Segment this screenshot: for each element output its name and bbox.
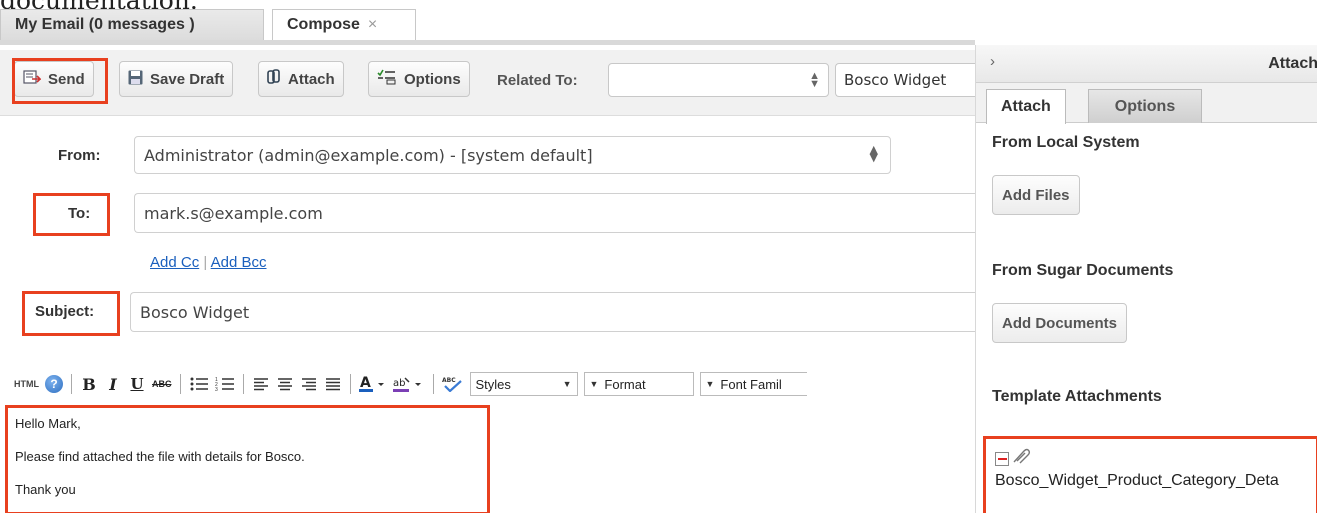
cc-bcc-links: Add Cc | Add Bcc — [150, 254, 267, 271]
align-left-icon[interactable] — [252, 372, 270, 396]
attachments-panel: › Attach Attach Options From Local Syste… — [975, 45, 1317, 513]
chevron-down-icon: ▼ — [589, 379, 599, 389]
send-icon — [23, 70, 42, 88]
from-select[interactable]: Administrator (admin@example.com) - [sys… — [134, 136, 891, 174]
paperclip-icon — [267, 69, 281, 89]
help-icon[interactable]: ? — [45, 372, 63, 396]
local-system-heading: From Local System — [992, 134, 1140, 151]
options-list-icon — [377, 69, 397, 89]
font-family-label: Font Famil — [720, 376, 782, 392]
select-arrows-icon: ▲ ▼ — [809, 70, 820, 90]
attachment-item: Bosco_Widget_Product_Category_Deta — [995, 448, 1279, 490]
compose-toolbar: Send Save Draft Attach Options Related T… — [0, 50, 995, 116]
format-dropdown[interactable]: ▼ Format — [583, 372, 694, 396]
tab-label: Compose — [287, 16, 360, 33]
bullet-list-icon[interactable] — [189, 372, 209, 396]
attachment-filename[interactable]: Bosco_Widget_Product_Category_Deta — [995, 472, 1279, 490]
add-cc-link[interactable]: Add Cc — [150, 254, 199, 271]
styles-label: Styles — [475, 376, 511, 392]
strikethrough-button[interactable]: ABC — [152, 372, 172, 396]
underline-button[interactable]: U — [128, 372, 146, 396]
add-bcc-link[interactable]: Add Bcc — [211, 254, 267, 271]
select-arrows-icon: ▲ ▼ — [869, 143, 878, 164]
svg-text:3: 3 — [215, 387, 218, 392]
spellcheck-icon[interactable]: ABC — [442, 372, 464, 396]
tab-compose[interactable]: Compose × — [272, 9, 416, 40]
sugar-documents-heading: From Sugar Documents — [992, 262, 1174, 279]
floppy-disk-icon — [128, 70, 143, 89]
to-field[interactable]: mark.s@example.com — [134, 193, 975, 233]
chevron-down-icon: ▼ — [562, 379, 572, 389]
related-to-label: Related To: — [497, 72, 578, 89]
editor-toolbar: HTML ? B I U ABC 123 A ab ABC Styles ▼ ▼… — [0, 364, 975, 404]
save-draft-button[interactable]: Save Draft — [119, 61, 234, 97]
svg-text:ABC: ABC — [442, 377, 456, 384]
paperclip-icon — [1011, 448, 1031, 469]
numbered-list-icon[interactable]: 123 — [215, 372, 235, 396]
tab-options[interactable]: Options — [1088, 89, 1202, 123]
bold-button[interactable]: B — [80, 372, 98, 396]
from-value: Administrator (admin@example.com) - [sys… — [144, 145, 593, 165]
related-record-input[interactable]: Bosco Widget — [835, 63, 995, 97]
body-line: Hello Mark, — [15, 416, 81, 431]
chevron-right-icon[interactable]: › — [990, 53, 995, 70]
panel-header: › Attach — [976, 45, 1317, 83]
to-label: To: — [68, 205, 91, 222]
styles-dropdown[interactable]: Styles ▼ — [469, 372, 578, 396]
align-center-icon[interactable] — [276, 372, 294, 396]
panel-tabs: Attach Options — [976, 83, 1317, 124]
panel-title: Attach — [1268, 55, 1317, 72]
highlight-color-icon[interactable]: ab — [392, 372, 425, 396]
from-label: From: — [58, 147, 101, 164]
italic-button[interactable]: I — [104, 372, 122, 396]
subject-label: Subject: — [35, 303, 95, 320]
format-label: Format — [604, 376, 646, 392]
remove-icon[interactable] — [995, 451, 1009, 466]
body-line: Please find attached the file with detai… — [15, 449, 305, 464]
tab-label: My Email (0 messages ) — [15, 16, 195, 33]
subject-field[interactable]: Bosco Widget — [130, 292, 975, 332]
subject-value: Bosco Widget — [140, 302, 250, 322]
to-value: mark.s@example.com — [144, 203, 323, 223]
add-files-button[interactable]: Add Files — [992, 175, 1080, 215]
svg-text:ab: ab — [393, 378, 405, 389]
email-body-editor[interactable]: Hello Mark, Please find attached the fil… — [0, 404, 975, 513]
text-color-icon[interactable]: A — [358, 372, 387, 396]
send-label: Send — [48, 70, 85, 88]
close-icon[interactable]: × — [368, 16, 377, 34]
save-draft-label: Save Draft — [150, 70, 225, 88]
body-line: Thank you — [15, 482, 76, 497]
align-right-icon[interactable] — [300, 372, 318, 396]
tab-bar: My Email (0 messages ) Compose × — [0, 0, 975, 45]
send-button[interactable]: Send — [14, 61, 94, 97]
options-button[interactable]: Options — [368, 61, 470, 97]
tab-my-email[interactable]: My Email (0 messages ) — [0, 9, 264, 40]
chevron-down-icon: ▼ — [705, 379, 715, 389]
link-separator: | — [203, 254, 208, 271]
svg-text:A: A — [360, 375, 371, 391]
options-label: Options — [404, 70, 461, 88]
html-mode-button[interactable]: HTML — [14, 372, 39, 396]
font-family-dropdown[interactable]: ▼ Font Famil — [699, 372, 807, 396]
tab-attach[interactable]: Attach — [986, 89, 1066, 124]
attach-label: Attach — [288, 70, 335, 88]
attach-button[interactable]: Attach — [258, 61, 344, 97]
add-documents-button[interactable]: Add Documents — [992, 303, 1128, 343]
template-attachments-heading: Template Attachments — [992, 388, 1162, 405]
align-justify-icon[interactable] — [324, 372, 342, 396]
related-to-select[interactable]: ▲ ▼ — [608, 63, 829, 97]
